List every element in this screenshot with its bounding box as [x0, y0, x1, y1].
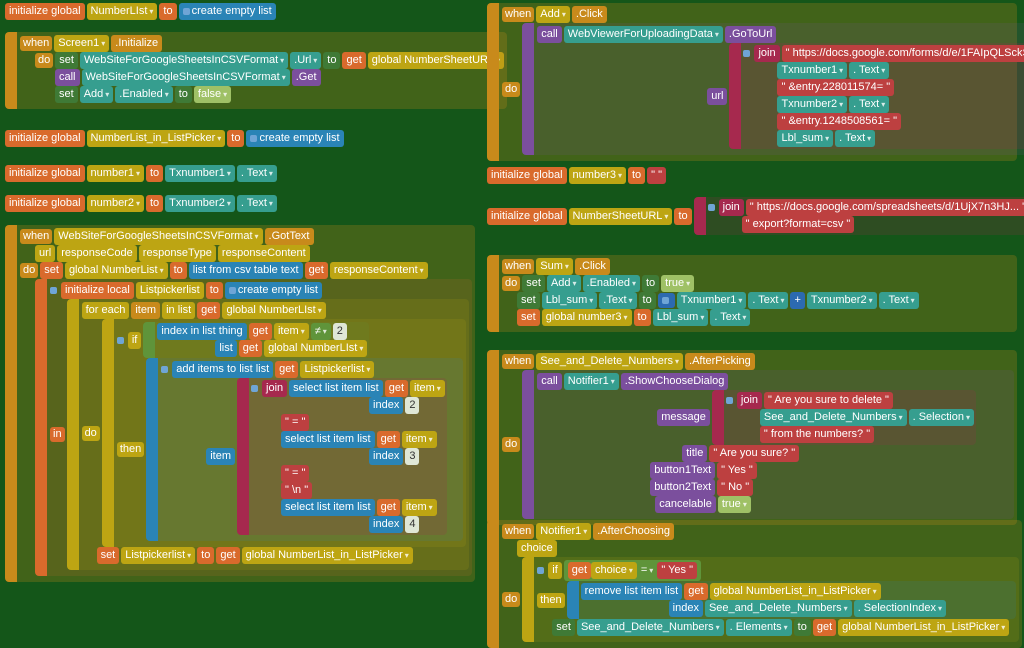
- gear-icon: [183, 8, 190, 15]
- gear-icon: [708, 204, 715, 211]
- block-afterchoosing[interactable]: when Notifier1 .AfterChoosing choice do …: [487, 520, 1022, 648]
- block-screen-init[interactable]: when Screen1 .Initialize do set WebSiteF…: [5, 32, 507, 109]
- gear-icon: [50, 287, 57, 294]
- block-add-items[interactable]: add items to list list get Listpickerlis…: [146, 358, 463, 541]
- var-numberlist: NumberLIst: [87, 3, 158, 20]
- create-empty-list: create empty list: [179, 3, 276, 20]
- block-init-number1[interactable]: initialize global number1 to Txnumber1 .…: [5, 165, 277, 182]
- block-init-numberlist[interactable]: initialize global NumberLIst to create e…: [5, 3, 276, 20]
- gear-icon: [229, 287, 236, 294]
- gear-icon: [726, 397, 733, 404]
- gear-icon: [537, 567, 544, 574]
- gear-icon: [251, 385, 258, 392]
- gear-icon: [743, 50, 750, 57]
- block-add-click[interactable]: when Add .Click do call WebViewerForUplo…: [487, 3, 1017, 161]
- block-sum-click[interactable]: when Sum .Click do set Add .Enabled to t…: [487, 255, 1017, 332]
- block-gottext[interactable]: when WebSiteForGoogleSheetsInCSVFormat .…: [5, 225, 475, 582]
- block-initialize-local[interactable]: initialize local Listpickerlist to creat…: [35, 279, 472, 576]
- block-if[interactable]: if index in list thing get item ≠ 2: [102, 319, 466, 547]
- block-afterpicking[interactable]: when See_and_Delete_Numbers .AfterPickin…: [487, 350, 1017, 525]
- gear-icon: [117, 337, 124, 344]
- gear-icon: [250, 135, 257, 142]
- block-init-url[interactable]: initialize global NumberSheetURL to join…: [487, 197, 1024, 235]
- block-init-listpicker[interactable]: initialize global NumberList_in_ListPick…: [5, 130, 344, 147]
- keyword-initialize-global: initialize global: [5, 3, 85, 20]
- block-foreach[interactable]: for each item in list get global NumberL…: [67, 299, 469, 570]
- block-init-number2[interactable]: initialize global number2 to Txnumber2 .…: [5, 195, 277, 212]
- block-init-number3[interactable]: initialize global number3 to " ": [487, 167, 666, 184]
- gear-icon: [161, 366, 168, 373]
- gear-icon: [662, 297, 669, 304]
